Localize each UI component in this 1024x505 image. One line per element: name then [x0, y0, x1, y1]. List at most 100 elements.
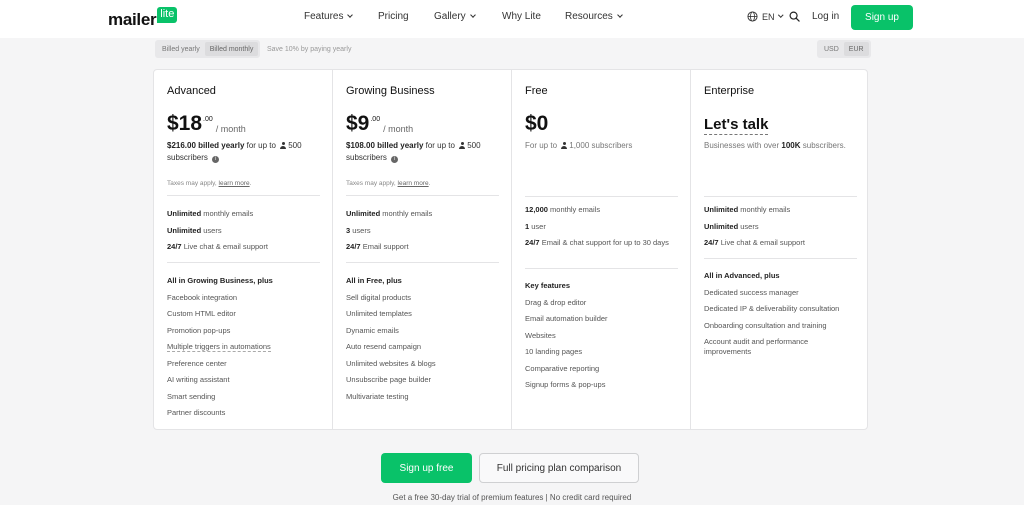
feature-item: Unlimited monthly emails: [704, 205, 791, 214]
feature-item: Unlimited users: [704, 221, 759, 231]
feature-item: 24/7 Live chat & email support: [704, 238, 805, 247]
price-amount: $18: [167, 112, 203, 135]
site-header: mailer lite Features Pricing Gallery Why…: [0, 0, 1024, 38]
extra-feature: AI writing assistant: [167, 375, 230, 384]
feature-item: 24/7 Email support: [346, 242, 409, 251]
extra-features: All in Advanced, plus Dedicated success …: [704, 271, 864, 364]
plan-description: Businesses with over 100K subscribers.: [704, 140, 859, 152]
extra-feature: Unsubscribe page builder: [346, 375, 432, 384]
core-features: Unlimited monthly emails Unlimited users…: [167, 209, 327, 259]
extra-feature: Dynamic emails: [346, 325, 399, 335]
extra-features: All in Free, plus Sell digital products …: [346, 276, 506, 408]
extra-feature: Unlimited websites & blogs: [346, 358, 436, 368]
chevron-down-icon: [347, 12, 354, 18]
subscribers-word: subscribers: [346, 153, 387, 162]
billed-for: for up to: [425, 141, 455, 150]
feature-item: 1 user: [525, 221, 546, 231]
feature-item: 3 users: [346, 225, 371, 235]
taxes-text: Taxes may apply,: [167, 180, 217, 187]
search-icon[interactable]: [789, 11, 800, 22]
feature-item: Unlimited monthly emails: [346, 209, 433, 218]
plan-name: Enterprise: [704, 85, 755, 97]
subscriber-count[interactable]: 500: [467, 141, 480, 150]
language-label: EN: [762, 11, 775, 22]
price-amount: $0: [525, 112, 549, 135]
extras-heading: All in Growing Business, plus: [167, 276, 273, 285]
nav-resources[interactable]: Resources: [565, 11, 623, 22]
nav-why-lite-label: Why Lite: [502, 11, 541, 22]
subscribers-word: subscribers: [591, 141, 633, 150]
nav-why-lite[interactable]: Why Lite: [502, 11, 541, 22]
lets-talk-link[interactable]: Let's talk: [704, 116, 769, 135]
extra-feature: Account audit and performance improvemen…: [704, 337, 809, 356]
divider: [704, 258, 857, 259]
billing-toggle: Billed yearly Billed monthly: [155, 40, 261, 58]
subscribers-word: subscribers: [167, 153, 208, 162]
signup-free-button[interactable]: Sign up free: [381, 453, 472, 483]
billed-amount: $216.00 billed yearly: [167, 141, 245, 150]
price-period: / month: [215, 124, 246, 134]
nav-gallery[interactable]: Gallery: [434, 11, 476, 22]
price-amount: $9: [346, 112, 370, 135]
extra-feature: Email automation builder: [525, 314, 608, 323]
nav-resources-label: Resources: [565, 11, 613, 22]
plan-free: Free $0 For up to 1,000 subscribers 12,0…: [512, 70, 691, 429]
extras-heading: All in Free, plus: [346, 276, 402, 285]
extra-feature: Facebook integration: [167, 292, 238, 302]
billed-yearly-option[interactable]: Billed yearly: [157, 42, 205, 56]
core-features: Unlimited monthly emails Unlimited users…: [704, 205, 864, 255]
extras-heading: All in Advanced, plus: [704, 271, 780, 280]
subscriber-count: 1,000: [569, 141, 590, 150]
taxes-text: Taxes may apply,: [346, 180, 396, 187]
plan-growing-business: Growing Business $9 .00 / month $108.00 …: [333, 70, 512, 429]
taxes-note: Taxes may apply, learn more.: [167, 180, 251, 187]
divider: [346, 262, 499, 263]
feature-item: Unlimited monthly emails: [167, 209, 254, 218]
user-icon: [561, 142, 568, 149]
plan-price: $18 .00 / month: [167, 112, 246, 136]
extra-feature: Websites: [525, 330, 556, 340]
nav-pricing-label: Pricing: [378, 11, 409, 22]
extra-feature: Partner discounts: [167, 408, 226, 417]
extra-feature: Dedicated success manager: [704, 287, 799, 297]
extra-feature: Comparative reporting: [525, 363, 600, 373]
currency-usd[interactable]: USD: [819, 42, 844, 56]
login-link[interactable]: Log in: [812, 11, 839, 22]
subscriber-count[interactable]: 500: [288, 141, 301, 150]
price-cents: .00: [203, 116, 213, 123]
user-icon: [459, 142, 466, 149]
extra-feature: Signup forms & pop-ups: [525, 380, 606, 389]
billed-amount: $108.00 billed yearly: [346, 141, 424, 150]
learn-more-link[interactable]: learn more: [219, 180, 250, 187]
logo-badge: lite: [157, 7, 178, 23]
currency-eur[interactable]: EUR: [843, 42, 869, 56]
price-cents: .00: [370, 116, 381, 123]
learn-more-link[interactable]: learn more: [398, 180, 429, 187]
plan-enterprise: Enterprise Let's talk Businesses with ov…: [691, 70, 870, 429]
globe-icon: [747, 11, 758, 22]
divider: [346, 195, 499, 196]
extra-feature: Promotion pop-ups: [167, 325, 231, 335]
info-icon[interactable]: i: [391, 156, 399, 163]
mailerlite-logo[interactable]: mailer lite: [108, 7, 178, 30]
extra-feature: Preference center: [167, 358, 227, 368]
billed-monthly-option[interactable]: Billed monthly: [204, 42, 259, 56]
extra-feature: Sell digital products: [346, 292, 412, 302]
pricing-comparison-button[interactable]: Full pricing plan comparison: [479, 453, 639, 483]
nav-features-label: Features: [304, 11, 344, 22]
chevron-down-icon: [616, 12, 623, 18]
plan-advanced: Advanced $18 .00 / month $216.00 billed …: [154, 70, 333, 429]
signup-button[interactable]: Sign up: [851, 5, 913, 30]
extra-feature: Unlimited templates: [346, 309, 412, 318]
core-features: Unlimited monthly emails 3 users 24/7 Em…: [346, 209, 506, 259]
language-selector[interactable]: EN: [747, 11, 783, 22]
nav-pricing[interactable]: Pricing: [378, 11, 409, 22]
extra-feature: Onboarding consultation and training: [704, 320, 827, 330]
chevron-down-icon: [469, 12, 476, 18]
extra-feature[interactable]: Multiple triggers in automations: [167, 342, 327, 352]
info-icon[interactable]: i: [212, 156, 220, 163]
price-period: / month: [383, 124, 414, 134]
extra-feature: 10 landing pages: [525, 347, 583, 356]
nav-features[interactable]: Features: [304, 11, 354, 22]
trial-note: Get a free 30-day trial of premium featu…: [392, 493, 632, 502]
